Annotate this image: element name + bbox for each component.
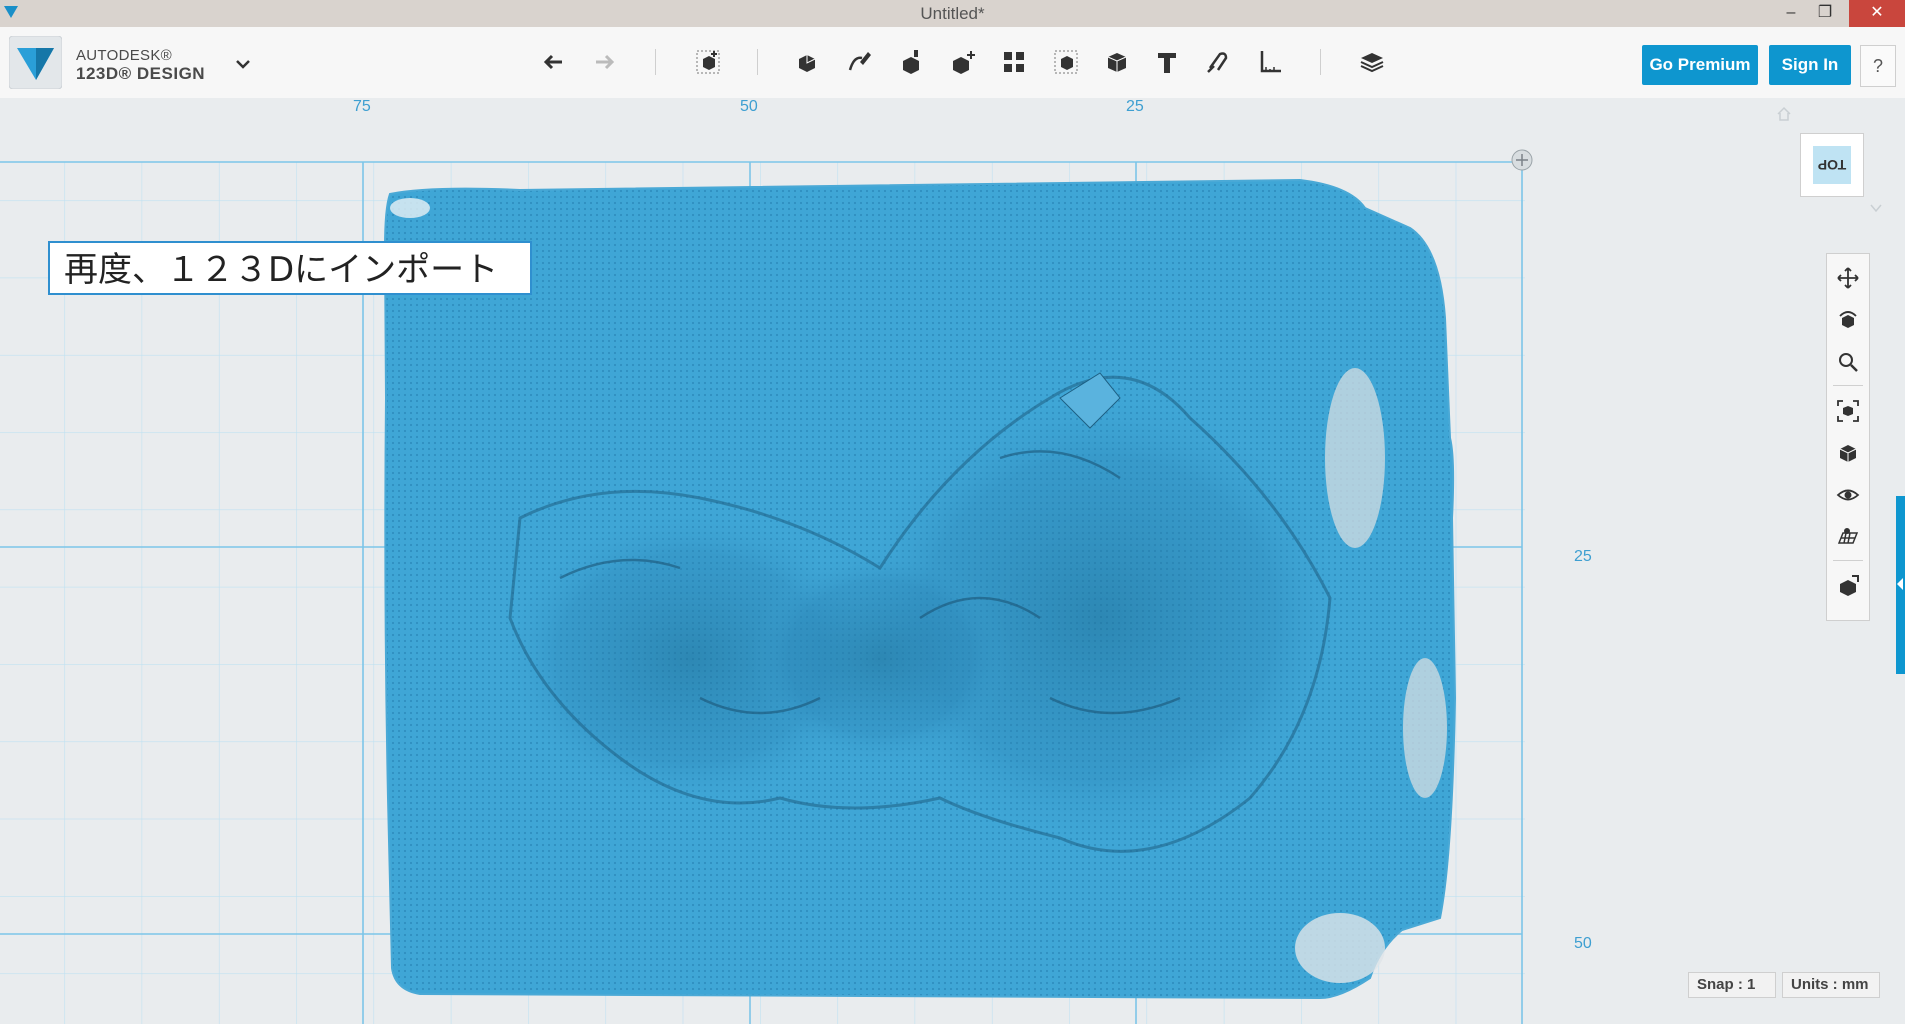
measure-icon	[1260, 51, 1281, 73]
minimize-button[interactable]: –	[1774, 0, 1808, 27]
chevron-down-icon[interactable]	[234, 55, 252, 73]
grid-toggle-button[interactable]	[1832, 521, 1864, 553]
brand-product: 123D® DESIGN	[76, 64, 206, 83]
undo-icon	[543, 54, 562, 70]
pan-button[interactable]	[1832, 262, 1864, 294]
snap-button[interactable]	[1200, 44, 1236, 80]
construct-button[interactable]	[842, 44, 878, 80]
ruler-right-label: 25	[1574, 548, 1592, 565]
solid-button[interactable]	[1099, 44, 1135, 80]
orbit-button[interactable]	[1832, 304, 1864, 336]
sketch-button[interactable]	[789, 44, 825, 80]
grid-view-icon	[1837, 528, 1859, 544]
group-button[interactable]	[996, 44, 1032, 80]
snap-icon	[1207, 52, 1228, 73]
combine-button[interactable]	[1048, 44, 1084, 80]
units-status[interactable]: Units : mm	[1782, 972, 1880, 998]
view-cube-menu-icon[interactable]	[1870, 203, 1882, 213]
sketch-icon	[799, 55, 816, 72]
view-cube-face[interactable]: TOP	[1813, 146, 1851, 184]
restore-button[interactable]: ❐	[1808, 0, 1842, 27]
material-icon	[1360, 53, 1384, 73]
close-button[interactable]: ✕	[1849, 0, 1905, 27]
app-logo-icon[interactable]	[9, 36, 62, 89]
help-button[interactable]: ?	[1860, 45, 1896, 87]
combine-icon	[1054, 50, 1078, 74]
toolbar-separator	[1320, 49, 1321, 75]
side-panel-toggle[interactable]	[1896, 496, 1905, 674]
sign-in-button[interactable]: Sign In	[1769, 45, 1851, 85]
main-toolbar: AUTODESK® 123D® DESIGN Go Premium Sign I…	[0, 27, 1905, 99]
go-premium-button[interactable]: Go Premium	[1642, 45, 1758, 85]
toolbar-separator	[655, 49, 656, 75]
material-view-icon	[1840, 575, 1859, 596]
modify-button[interactable]	[893, 44, 929, 80]
ruler-top-label: 75	[353, 98, 371, 115]
text-icon	[1158, 53, 1176, 73]
pattern-button[interactable]	[945, 44, 981, 80]
text-button[interactable]	[1149, 44, 1185, 80]
annotation-label: 再度、１２３Dにインポート	[48, 241, 532, 295]
ruler-right-label: 50	[1574, 935, 1592, 952]
primitives-button[interactable]	[690, 44, 726, 80]
zoom-button[interactable]	[1832, 346, 1864, 378]
visibility-button[interactable]	[1832, 479, 1864, 511]
material-view-button[interactable]	[1832, 570, 1864, 602]
ruler-top-label: 25	[1126, 98, 1144, 115]
redo-icon	[596, 54, 615, 70]
redo-button[interactable]	[586, 44, 622, 80]
modify-icon	[903, 50, 919, 74]
perspective-icon	[1839, 445, 1857, 462]
window-title: Untitled*	[920, 4, 985, 23]
nav-separator	[1833, 560, 1863, 561]
zoom-icon	[1839, 353, 1858, 372]
title-bar: Untitled* – ❐ ✕	[0, 0, 1905, 27]
view-cube[interactable]: TOP	[1800, 133, 1864, 197]
eye-icon	[1836, 489, 1860, 501]
nav-separator	[1833, 385, 1863, 386]
undo-button[interactable]	[536, 44, 572, 80]
home-icon[interactable]	[1776, 106, 1792, 122]
pattern-icon	[953, 51, 975, 74]
fit-button[interactable]	[1832, 395, 1864, 427]
primitives-icon	[696, 50, 720, 74]
solid-cube-icon	[1107, 53, 1127, 72]
orbit-icon	[1839, 311, 1857, 328]
fit-icon	[1837, 400, 1859, 422]
grid-and-mesh	[0, 149, 1533, 1024]
viewport-canvas[interactable]: 75 50 25 25 50	[0, 98, 1905, 1024]
measure-button[interactable]	[1252, 44, 1288, 80]
collapse-arrow-icon	[1897, 578, 1903, 590]
pan-icon	[1837, 267, 1859, 289]
navigation-panel	[1826, 253, 1870, 621]
snap-status[interactable]: Snap : 1	[1688, 972, 1776, 998]
perspective-button[interactable]	[1832, 437, 1864, 469]
material-button[interactable]	[1354, 44, 1390, 80]
toolbar-separator	[757, 49, 758, 75]
construct-icon	[848, 52, 871, 71]
ruler-top-label: 50	[740, 98, 758, 115]
group-icon	[1004, 52, 1024, 72]
brand-autodesk: AUTODESK®	[76, 47, 172, 64]
